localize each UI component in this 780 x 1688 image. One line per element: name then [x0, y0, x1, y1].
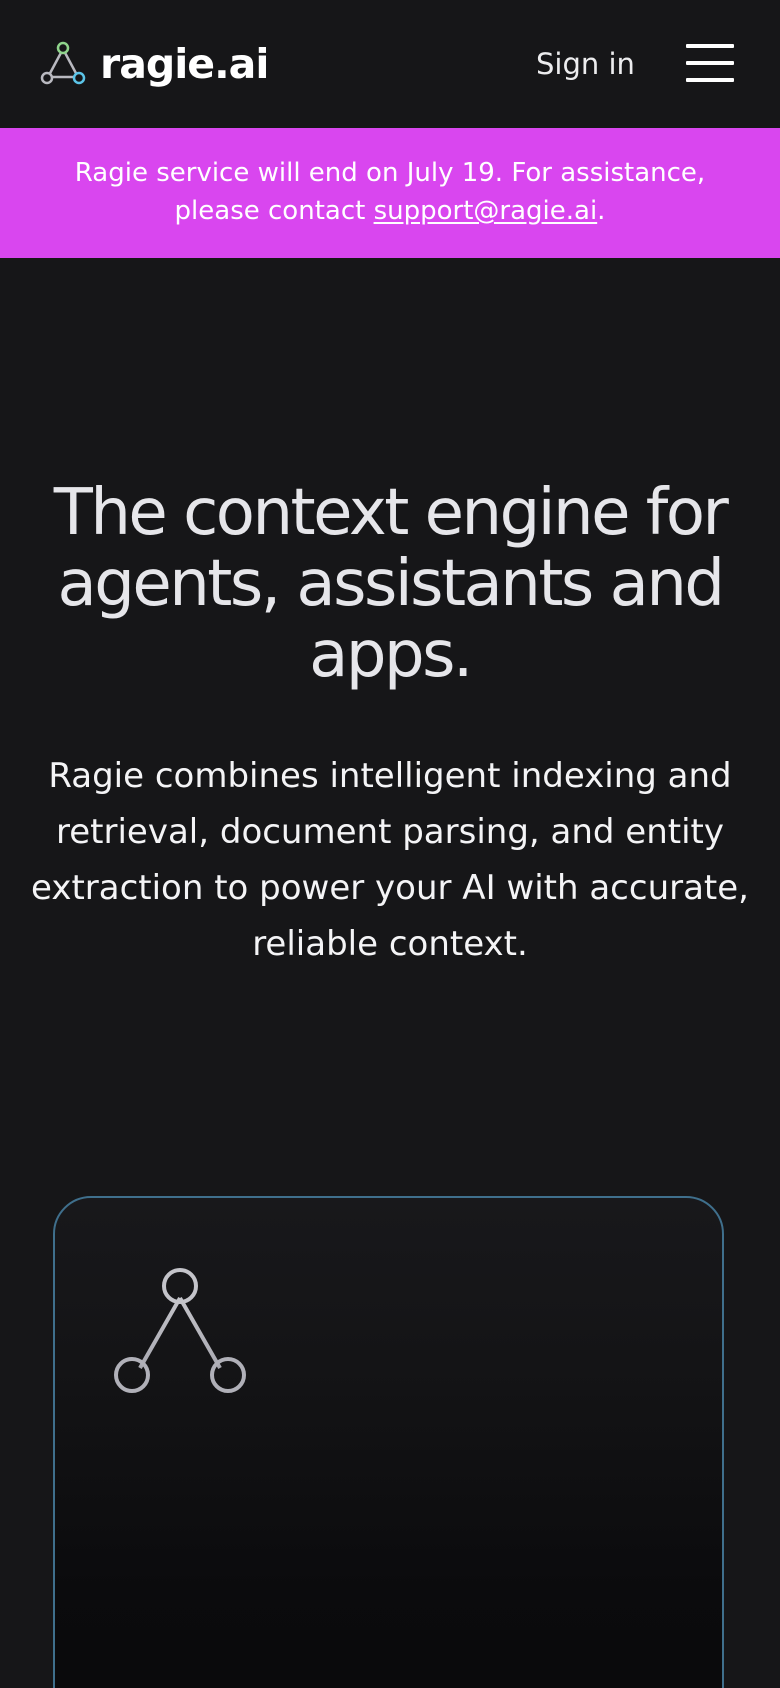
service-notice-banner: Ragie service will end on July 19. For a… [0, 128, 780, 258]
hamburger-menu-icon[interactable] [686, 44, 734, 82]
hero-title: The context engine for agents, assistant… [53, 476, 729, 692]
hero-subtitle: Ragie combines intelligent indexing and … [31, 756, 749, 964]
page: ragie.ai Sign in Ragie service will end … [0, 0, 780, 1688]
triangle-nodes-icon [40, 41, 86, 85]
logo-text: ragie.ai [100, 40, 269, 88]
logo-link[interactable]: ragie.ai [40, 40, 269, 88]
site-header: ragie.ai Sign in [0, 0, 780, 128]
menu-bar-middle [686, 61, 734, 65]
feature-card [53, 1196, 724, 1688]
menu-bar-bottom [686, 78, 734, 82]
banner-text-end: . [597, 196, 606, 226]
support-email-link[interactable]: support@ragie.ai [374, 196, 598, 226]
sign-in-link[interactable]: Sign in [536, 42, 635, 86]
menu-bar-top [686, 44, 734, 48]
triangle-nodes-icon [114, 1268, 246, 1393]
